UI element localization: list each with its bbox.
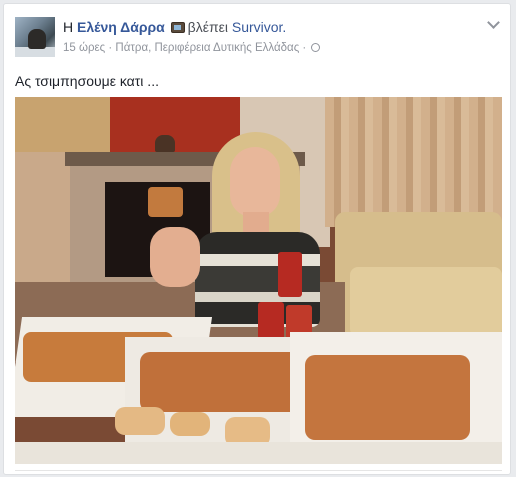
photo-face [230,147,280,217]
photo-curtain-right [325,97,502,227]
photo-bottom-shade [15,442,502,464]
photo-pizza-right [305,355,470,440]
tv-icon [170,22,185,33]
photo-sofa-cushion [350,267,502,337]
photo-crust-1 [115,407,165,435]
avatar[interactable] [15,17,55,57]
post-header: Η Ελένη Δάρρα βλέπει Survivor. [63,19,286,35]
post-card: Η Ελένη Δάρρα βλέπει Survivor. 15 ώρες ·… [3,3,511,475]
photo-can-held [278,252,302,297]
photo-pizza-center [140,352,300,412]
author-name-link[interactable]: Ελένη Δάρρα [77,19,165,35]
globe-icon[interactable] [311,43,321,52]
activity-text: βλέπει [187,19,228,35]
timestamp-link[interactable]: 15 ώρες [63,42,105,54]
location-link[interactable]: Πάτρα, Περιφέρεια Δυτικής Ελλάδας [115,42,299,54]
meta-separator-2: · [299,42,310,54]
chevron-down-icon[interactable] [487,16,500,29]
meta-separator: · [105,42,116,54]
photo-clock [155,135,175,152]
photo-pizza-slice-held [148,187,183,217]
photo-curtain-left [15,97,110,152]
status-text: Ας τσιμπησουμε κατι ... [15,73,159,89]
photo-arm-left [150,227,200,287]
post-photo[interactable] [15,97,502,464]
author-prefix: Η [63,19,74,35]
post-meta: 15 ώρες · Πάτρα, Περιφέρεια Δυτικής Ελλά… [63,42,321,54]
show-link[interactable]: Survivor. [232,19,286,35]
photo-crust-2 [170,412,210,436]
avatar-figure [28,29,46,49]
bottom-divider [15,470,502,471]
